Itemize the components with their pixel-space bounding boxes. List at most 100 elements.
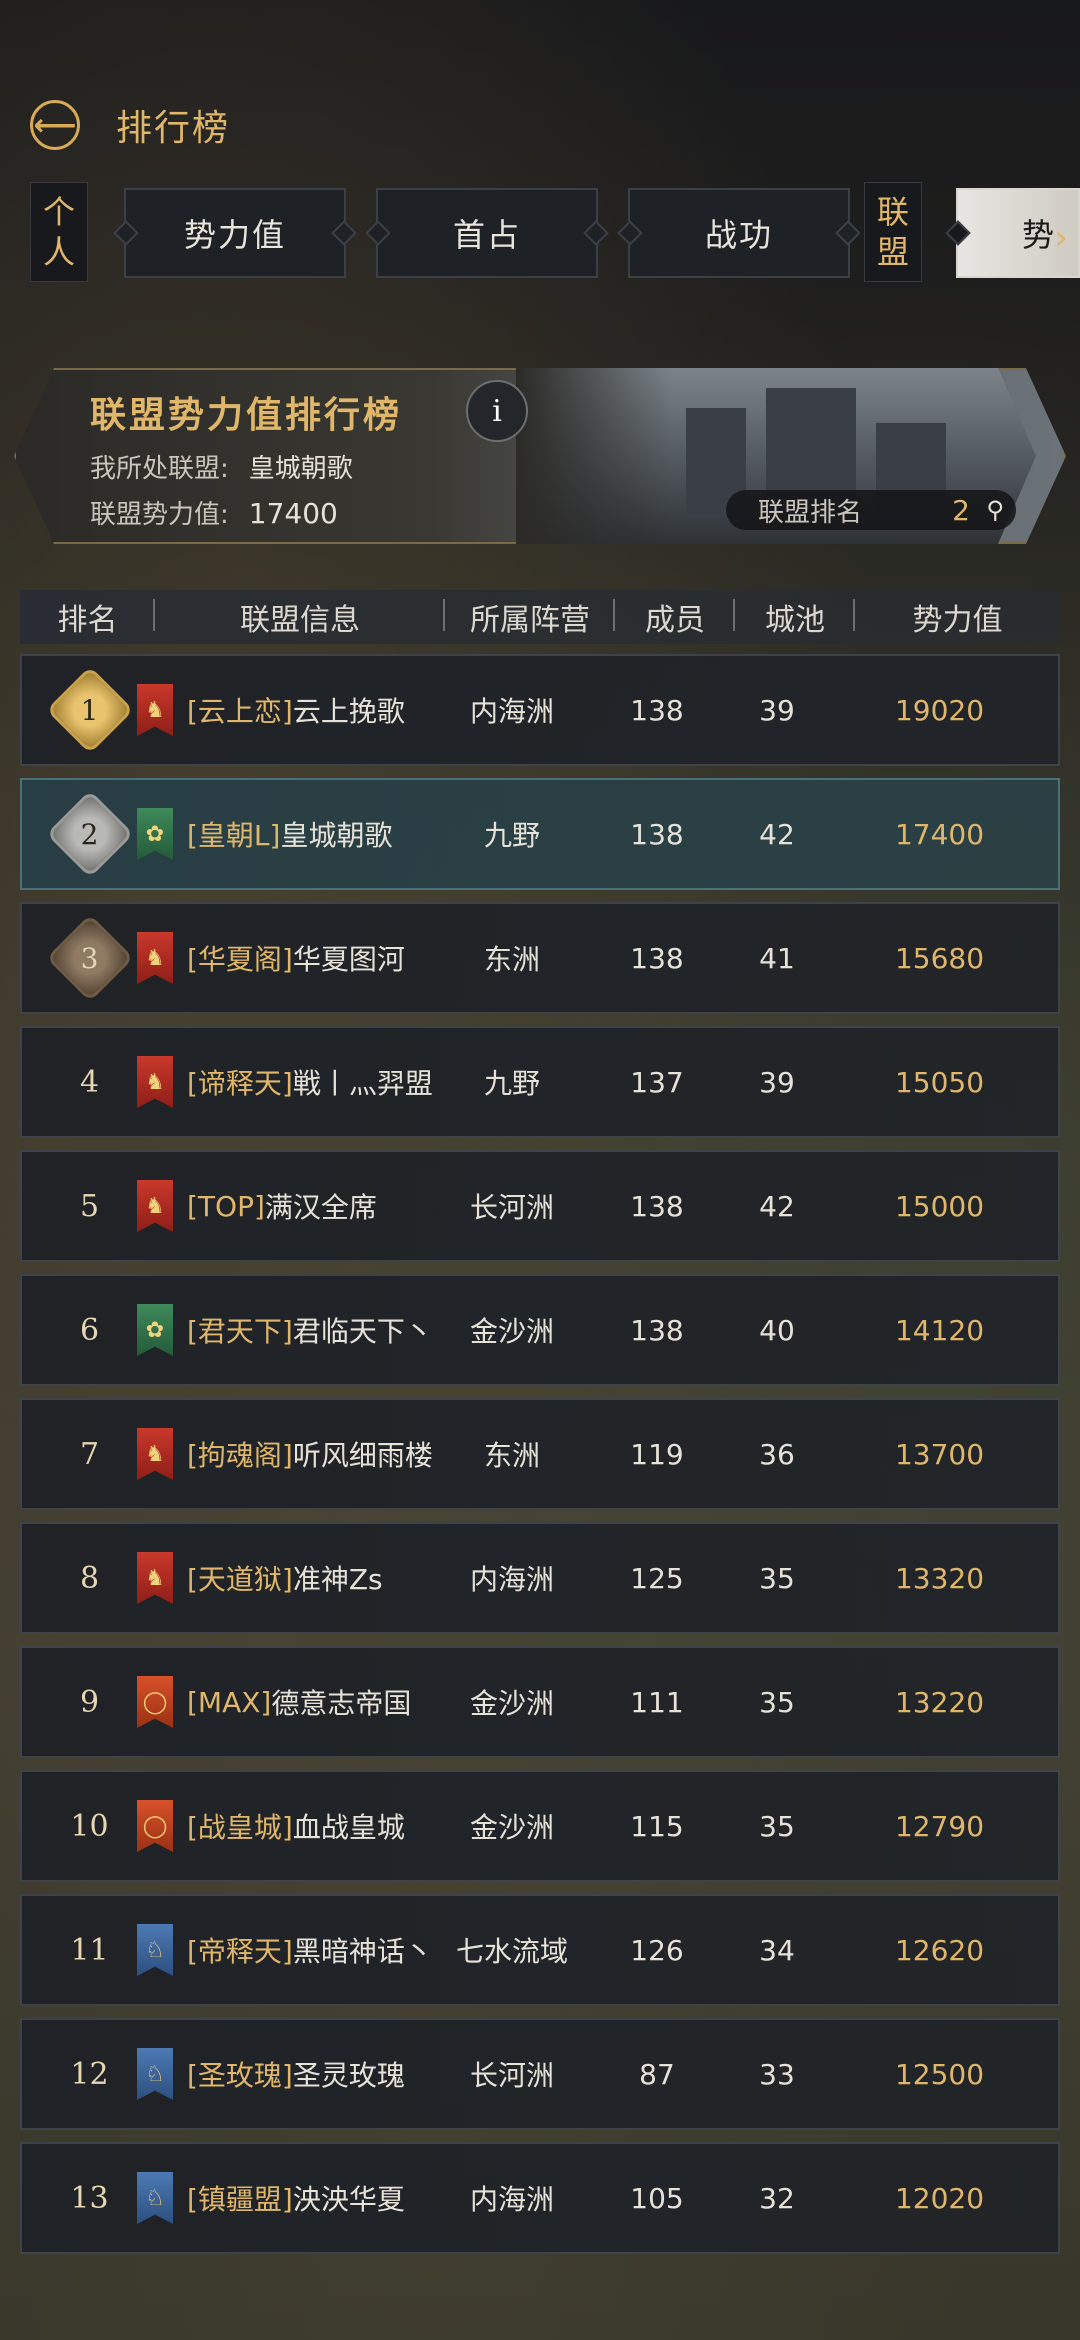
alliance-name: 血战皇城 [292,1811,405,1844]
alliance-flag-icon: ♞ [137,1180,173,1232]
table-row[interactable]: 6 ✿ [君天下] 君临天下丶 金沙洲 138 40 14120 [20,1274,1060,1386]
members-cell: 126 [630,1933,684,1967]
alliance-name: 听风细雨楼 [292,1439,433,1472]
table-row[interactable]: 1 ♞ [云上恋] 云上挽歌 内海洲 138 39 19020 [20,654,1060,766]
rank-number: 7 [79,1436,100,1472]
members-cell: 105 [630,2181,684,2215]
rank-number: 9 [79,1684,100,1720]
table-row[interactable]: 5 ♞ [TOP] 满汉全席 长河洲 138 42 15000 [20,1150,1060,1262]
alliance-flag-icon: ♘ [137,2048,173,2100]
alliance-name: 黑暗神话丶 [292,1935,433,1968]
cities-cell: 35 [759,1685,795,1719]
cities-cell: 39 [759,1065,795,1099]
tab-personal-char-2: 人 [42,233,75,271]
rank-number: 13 [70,2180,109,2216]
alliance-flag-icon: ♞ [137,684,173,736]
power-cell: 12620 [894,1933,985,1967]
rank-number: 3 [80,941,99,975]
alliance-tag: [镇疆盟] [187,2183,293,2216]
cities-cell: 35 [759,1561,795,1595]
tab-alliance-power-active[interactable]: 势 › [956,188,1080,278]
header: ⟵ 排行榜 [30,95,230,155]
alliance-tag: [华夏阁] [187,943,293,976]
members-cell: 138 [630,941,684,975]
cities-cell: 34 [759,1933,795,1967]
back-arrow-icon[interactable]: ⟵ [30,100,80,150]
table-row[interactable]: 9 ◯ [MAX] 德意志帝国 金沙洲 111 35 13220 [20,1646,1060,1758]
alliance-info-cell: ◯ [MAX] 德意志帝国 [137,1676,427,1728]
cities-cell: 42 [759,817,795,851]
table-row[interactable]: 11 ♘ [帝释天] 黑暗神话丶 七水流域 126 34 12620 [20,1894,1060,2006]
header-cities: 城池 [735,595,855,639]
rank-medal-icon: 2 [45,790,134,878]
alliance-info-cell: ♘ [镇疆盟] 泱泱华夏 [137,2172,427,2224]
rank-number: 6 [79,1312,100,1348]
alliance-rank-search[interactable]: 联盟排名 2 ⚲ [726,490,1016,530]
rank-number: 8 [79,1560,100,1596]
header-camp: 所属阵营 [445,595,615,639]
camp-cell: 金沙洲 [469,1687,554,1720]
alliance-power-label: 联盟势力值: [90,500,229,530]
members-cell: 138 [630,817,684,851]
table-header: 排名 联盟信息 所属阵营 成员 城池 势力值 [20,590,1060,644]
alliance-tag: [MAX] [187,1685,272,1719]
alliance-flag-icon: ♞ [137,1056,173,1108]
power-cell: 14120 [894,1313,985,1347]
alliance-name: 戦丨灬羿盟 [292,1067,433,1100]
table-row[interactable]: 10 ◯ [战皇城] 血战皇城 金沙洲 115 35 12790 [20,1770,1060,1882]
rank-number: 10 [70,1808,109,1844]
table-row[interactable]: 3 ♞ [华夏阁] 华夏图河 东洲 138 41 15680 [20,902,1060,1014]
members-cell: 138 [630,693,684,727]
tab-merit[interactable]: 战功 [628,188,850,278]
cities-cell: 40 [759,1313,795,1347]
alliance-flag-icon: ✿ [137,1304,173,1356]
alliance-info-cell: ♞ [天道狱] 准神Zs [137,1552,427,1604]
power-cell: 15050 [894,1065,985,1099]
tab-alliance[interactable]: 联 盟 [864,182,922,282]
alliance-tag: [拘魂阁] [187,1439,293,1472]
table-row[interactable]: 7 ♞ [拘魂阁] 听风细雨楼 东洲 119 36 13700 [20,1398,1060,1510]
info-icon[interactable]: i [466,380,528,442]
rank-number: 5 [79,1188,100,1224]
alliance-name: 云上挽歌 [292,695,405,728]
alliance-info-cell: ♞ [拘魂阁] 听风细雨楼 [137,1428,433,1480]
table-row[interactable]: 8 ♞ [天道狱] 准神Zs 内海洲 125 35 13320 [20,1522,1060,1634]
alliance-power-value: 17400 [248,497,338,530]
tab-alliance-char-2: 盟 [876,233,909,271]
power-cell: 13320 [894,1561,985,1595]
alliance-info-cell: ♞ [华夏阁] 华夏图河 [137,932,427,984]
alliance-tag: [皇朝L] [187,819,281,852]
members-cell: 137 [630,1065,684,1099]
tab-personal[interactable]: 个 人 [30,182,88,282]
alliance-info-cell: ♘ [帝释天] 黑暗神话丶 [137,1924,433,1976]
alliance-name: 满汉全席 [264,1191,377,1224]
alliance-tag: [圣玫瑰] [187,2059,293,2092]
alliance-info-cell: ✿ [皇朝L] 皇城朝歌 [137,808,427,860]
tab-power[interactable]: 势力值 [124,188,346,278]
power-cell: 17400 [894,817,985,851]
my-alliance-line: 我所处联盟: 皇城朝歌 [90,448,353,485]
alliance-name: 德意志帝国 [271,1687,412,1720]
camp-cell: 东洲 [483,1439,540,1472]
alliance-tag: [帝释天] [187,1935,293,1968]
table-row[interactable]: 12 ♘ [圣玫瑰] 圣灵玫瑰 长河洲 87 33 12500 [20,2018,1060,2130]
table-row[interactable]: 4 ♞ [谛释天] 戦丨灬羿盟 九野 137 39 15050 [20,1026,1060,1138]
header-power: 势力值 [912,603,1003,638]
header-alliance-info: 联盟信息 [155,595,445,639]
alliance-flag-icon: ♘ [137,1924,173,1976]
camp-cell: 东洲 [483,943,540,976]
search-icon: ⚲ [986,496,1004,524]
table-row[interactable]: 2 ✿ [皇朝L] 皇城朝歌 九野 138 42 17400 [20,778,1060,890]
header-rank: 排名 [20,595,155,639]
alliance-info-cell: ◯ [战皇城] 血战皇城 [137,1800,427,1852]
alliance-tag: [TOP] [187,1189,265,1223]
cities-cell: 41 [759,941,795,975]
tab-first-occupy[interactable]: 首占 [376,188,598,278]
cities-cell: 33 [759,2057,795,2091]
alliance-name: 准神Zs [292,1563,383,1596]
members-cell: 119 [630,1437,684,1471]
camp-cell: 长河洲 [469,1191,554,1224]
members-cell: 138 [630,1313,684,1347]
alliance-name: 华夏图河 [292,943,405,976]
table-row[interactable]: 13 ♘ [镇疆盟] 泱泱华夏 内海洲 105 32 12020 [20,2142,1060,2254]
